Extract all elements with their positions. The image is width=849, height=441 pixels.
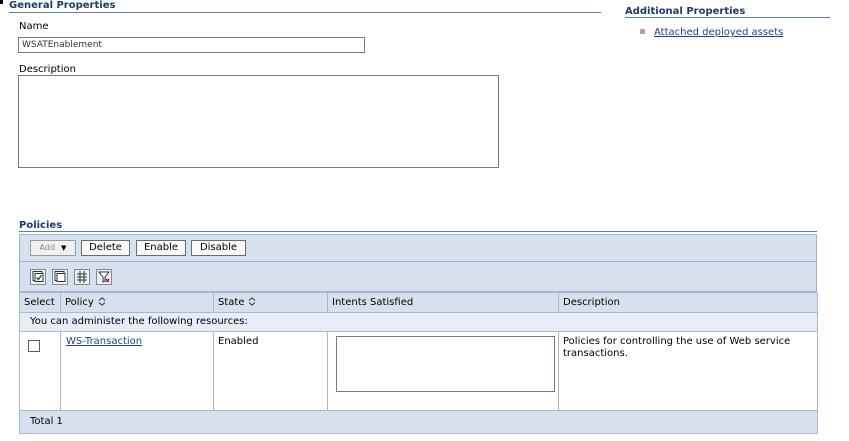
name-label: Name [19, 21, 49, 32]
description-column-header: Description [558, 292, 818, 313]
description-cell: Policies for controlling the use of Web … [558, 331, 818, 411]
select-column-header: Select [19, 292, 61, 313]
state-cell: Enabled [213, 331, 328, 411]
general-properties-rule [9, 12, 601, 13]
chevron-down-icon: ▼ [61, 244, 67, 252]
show-filter-icon[interactable] [74, 269, 90, 285]
additional-properties-rule [625, 17, 830, 18]
policy-cell: WS-Transaction [60, 331, 214, 411]
policy-link[interactable]: WS-Transaction [65, 336, 142, 347]
policy-header-label: Policy [65, 297, 94, 308]
table-row: WS-Transaction Enabled Policies for cont… [19, 331, 818, 411]
intents-cell [327, 331, 559, 411]
row-select-checkbox[interactable] [28, 340, 40, 352]
corner-mark [0, 0, 3, 4]
policies-icon-bar [19, 262, 817, 292]
add-button-label: Add [39, 243, 56, 252]
clear-filter-icon[interactable] [96, 269, 112, 285]
policy-column-header[interactable]: Policy [60, 292, 214, 313]
enable-button[interactable]: Enable [136, 240, 186, 256]
state-header-label: State [218, 297, 245, 308]
intents-header-label: Intents Satisfied [332, 297, 414, 308]
description-label: Description [19, 64, 76, 75]
intents-field[interactable] [336, 336, 555, 392]
deselect-all-icon[interactable] [52, 269, 68, 285]
attached-deployed-assets-link[interactable]: Attached deployed assets [654, 27, 783, 38]
policies-title: Policies [19, 220, 63, 231]
state-column-header[interactable]: State [213, 292, 328, 313]
select-header-label: Select [24, 297, 55, 308]
table-footer-row: Total 1 [19, 410, 818, 434]
intents-column-header: Intents Satisfied [327, 292, 559, 313]
select-all-icon[interactable] [30, 269, 46, 285]
sort-icon[interactable] [98, 297, 106, 306]
delete-button[interactable]: Delete [81, 240, 130, 256]
general-properties-title: General Properties [9, 0, 116, 11]
description-header-label: Description [563, 297, 620, 308]
policies-table: Select Policy State Intents Satisfied De… [19, 292, 818, 434]
name-input[interactable] [18, 37, 365, 53]
resource-note-row: You can administer the following resourc… [19, 312, 818, 332]
resource-note: You can administer the following resourc… [19, 312, 818, 332]
sort-icon[interactable] [248, 297, 256, 306]
disable-button[interactable]: Disable [191, 240, 246, 256]
policies-rule [19, 231, 817, 232]
description-textarea[interactable] [18, 75, 499, 168]
additional-properties-title: Additional Properties [625, 6, 746, 17]
select-cell [19, 331, 61, 411]
total-count: Total 1 [19, 410, 818, 434]
bullet-icon [640, 29, 645, 34]
table-header-row: Select Policy State Intents Satisfied De… [19, 292, 818, 313]
add-button[interactable]: Add ▼ [30, 240, 76, 256]
